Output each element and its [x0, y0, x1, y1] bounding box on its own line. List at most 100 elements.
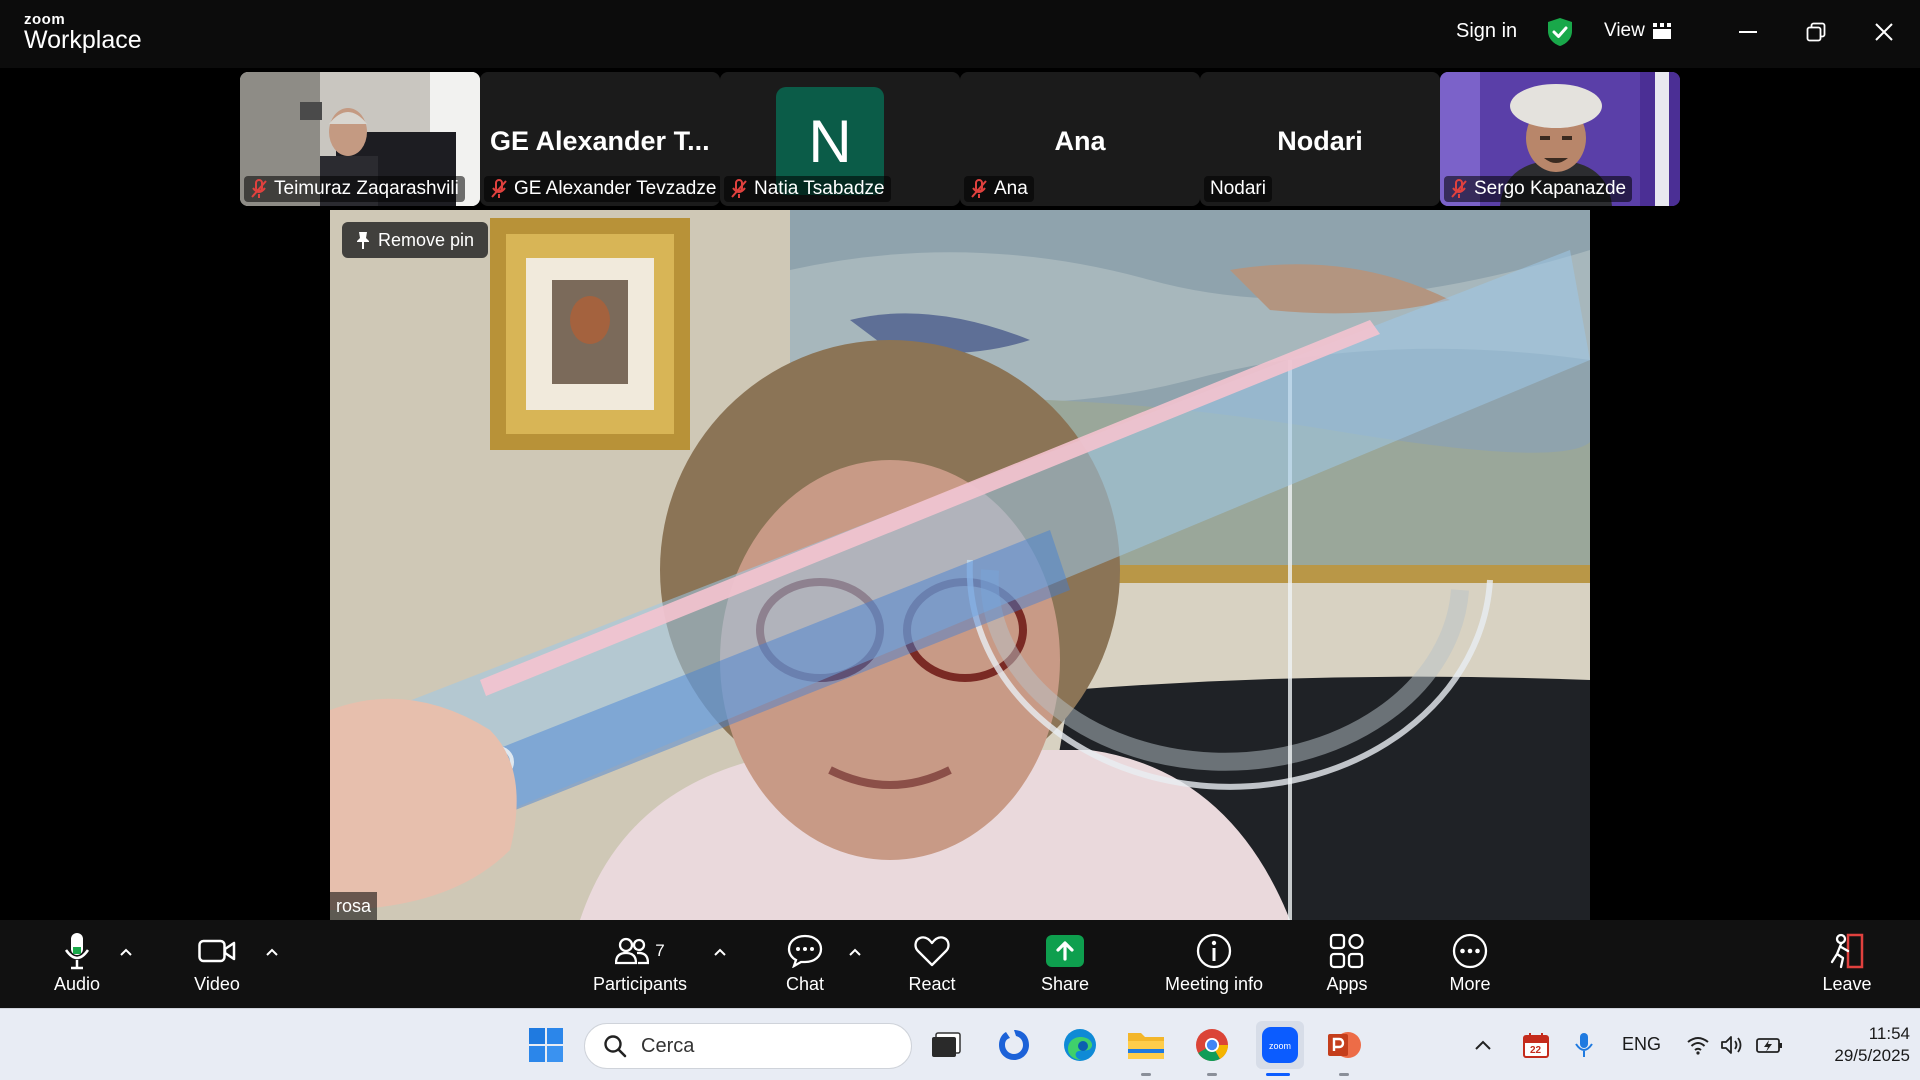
participant-thumbnail-strip: Teimuraz Zaqarashvili GE Alexander T... … [0, 68, 1920, 208]
pinned-speaker-video[interactable]: Remove pin rosa [330, 210, 1590, 920]
windows-taskbar: Cerca zoom 22 ENG 11:54 29/5/2025 [0, 1008, 1920, 1080]
participants-button[interactable]: 7 Participants [575, 930, 705, 1002]
remove-pin-button[interactable]: Remove pin [342, 222, 489, 258]
leave-button[interactable]: Leave [1782, 930, 1912, 1002]
chevron-up-icon [714, 948, 726, 956]
minimize-button[interactable] [1728, 14, 1768, 50]
chat-label: Chat [785, 974, 825, 994]
taskbar-app-zoom[interactable]: zoom [1256, 1021, 1304, 1069]
chat-options-caret[interactable] [845, 942, 865, 962]
taskbar-search[interactable]: Cerca [584, 1023, 912, 1069]
info-icon [1196, 933, 1232, 969]
more-label: More [1449, 974, 1491, 994]
participant-name-tag: Nodari [1204, 176, 1272, 202]
chevron-up-icon [1475, 1040, 1491, 1050]
taskbar-app-edge[interactable] [1058, 1023, 1102, 1067]
task-view-button[interactable] [924, 1023, 968, 1067]
participant-name-tag: Ana [964, 176, 1034, 202]
battery-tray-button[interactable] [1752, 1023, 1788, 1067]
participant-name-tag: Teimuraz Zaqarashvili [244, 176, 465, 202]
speaker-volume-icon [1721, 1036, 1742, 1054]
meeting-info-button[interactable]: Meeting info [1149, 930, 1279, 1002]
taskbar-app-chrome[interactable] [1190, 1023, 1234, 1067]
participant-tile-nodari[interactable]: Nodari Nodari [1200, 72, 1440, 206]
sign-in-link[interactable]: Sign in [1456, 20, 1517, 43]
participant-name: Sergo Kapanazde [1474, 178, 1627, 199]
video-button[interactable]: Video [152, 930, 282, 1002]
brand-small: zoom [24, 11, 66, 28]
wifi-tray-button[interactable] [1682, 1023, 1714, 1067]
microphone-tray-button[interactable] [1566, 1023, 1602, 1067]
clock-time: 11:54 [1868, 1024, 1910, 1043]
apps-button[interactable]: Apps [1282, 930, 1412, 1002]
participant-name-tag: Sergo Kapanazde [1444, 176, 1633, 202]
chrome-browser-icon [1196, 1029, 1228, 1062]
participant-name-tag: Natia Tsabadze [724, 176, 891, 202]
close-window-button[interactable] [1864, 14, 1904, 50]
restore-icon [1806, 22, 1826, 42]
powerpoint-icon [1328, 1032, 1361, 1058]
search-icon [604, 1035, 627, 1058]
participants-icon [615, 937, 650, 965]
participant-name-tag: GE Alexander Tevzadze [484, 176, 720, 202]
running-indicator [1339, 1073, 1349, 1076]
participant-tile-alexander[interactable]: GE Alexander T... GE Alexander Tevzadze [480, 72, 720, 206]
participants-label: Participants [592, 974, 688, 994]
volume-tray-button[interactable] [1716, 1023, 1748, 1067]
start-button[interactable] [524, 1023, 568, 1067]
close-icon [1875, 23, 1893, 41]
microphone-icon [64, 933, 90, 970]
wifi-icon [1687, 1037, 1709, 1055]
audio-button[interactable]: Audio [12, 930, 142, 1002]
apps-label: Apps [1326, 974, 1368, 994]
chat-button[interactable]: Chat [740, 930, 870, 1002]
audio-options-caret[interactable] [116, 942, 136, 962]
participants-count: 7 [655, 941, 665, 960]
copilot-icon [999, 1030, 1029, 1060]
participant-name: Natia Tsabadze [754, 178, 885, 199]
participant-display-name: Ana [1054, 126, 1106, 156]
microphone-icon [1575, 1033, 1593, 1057]
show-hidden-icons-button[interactable] [1468, 1023, 1498, 1067]
participant-tile-teimuraz[interactable]: Teimuraz Zaqarashvili [240, 72, 480, 206]
running-indicator [1207, 1073, 1217, 1076]
chevron-up-icon [120, 948, 132, 956]
taskbar-app-copilot[interactable] [992, 1023, 1036, 1067]
participant-display-name: Nodari [1277, 126, 1363, 156]
participants-options-caret[interactable] [710, 942, 730, 962]
view-button[interactable]: View [1604, 20, 1671, 42]
taskbar-app-powerpoint[interactable] [1322, 1023, 1366, 1067]
mic-muted-icon [251, 179, 267, 198]
active-app-indicator [1266, 1073, 1290, 1076]
participant-tile-ana[interactable]: Ana Ana [960, 72, 1200, 206]
react-button[interactable]: React [867, 930, 997, 1002]
video-label: Video [194, 974, 240, 994]
taskbar-clock[interactable]: 11:54 29/5/2025 [1800, 1023, 1910, 1067]
input-language[interactable]: ENG [1622, 1034, 1661, 1055]
speaker-video-feed [330, 210, 1590, 920]
participant-name: GE Alexander Tevzadze [514, 178, 717, 199]
chevron-up-icon [849, 948, 861, 956]
speaker-name-tag: rosa [330, 892, 378, 920]
title-bar: zoom Workplace Sign in View [0, 0, 1920, 68]
share-button[interactable]: Share [1000, 930, 1130, 1002]
video-options-caret[interactable] [262, 942, 282, 962]
react-label: React [908, 974, 956, 994]
apps-icon [1329, 933, 1364, 969]
restore-button[interactable] [1796, 14, 1836, 50]
mic-muted-icon [731, 179, 747, 198]
leave-label: Leave [1822, 974, 1872, 994]
security-shield-icon[interactable] [1546, 17, 1574, 47]
minimize-icon [1739, 31, 1757, 33]
taskbar-app-file-explorer[interactable] [1124, 1023, 1168, 1067]
participant-tile-sergo[interactable]: Sergo Kapanazde [1440, 72, 1680, 206]
meeting-info-label: Meeting info [1164, 974, 1264, 994]
mic-muted-icon [971, 179, 987, 198]
folder-icon [1128, 1033, 1164, 1059]
svg-text:zoom: zoom [1269, 1041, 1291, 1051]
more-button[interactable]: More [1405, 930, 1535, 1002]
battery-charging-icon [1756, 1038, 1782, 1053]
calendar-tray-button[interactable]: 22 [1516, 1023, 1556, 1067]
participant-tile-natia[interactable]: N Natia Tsabadze [720, 72, 960, 206]
zoom-workplace-logo: zoom Workplace [24, 12, 142, 53]
